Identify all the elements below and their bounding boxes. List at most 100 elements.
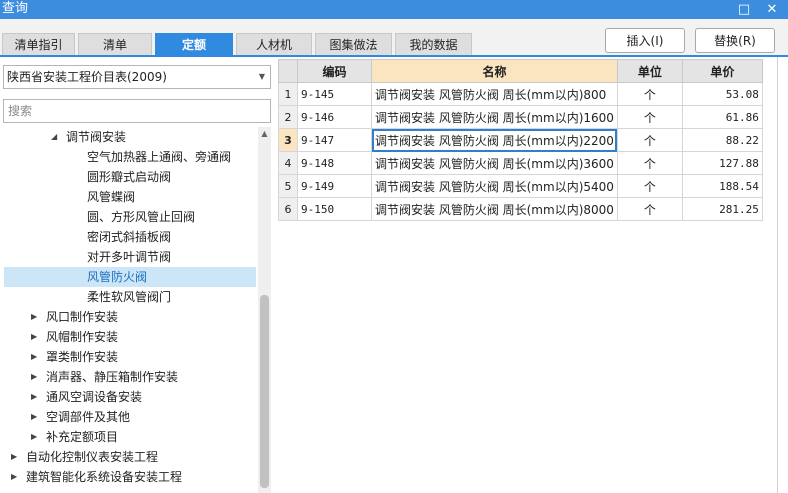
tree-item-label: 建筑智能化系统设备安装工程 [26,470,183,484]
cell-price[interactable]: 53.08 [681,82,763,106]
tree-item-label: 对开多叶调节阀 [87,250,172,264]
tree-item[interactable]: ▶ 风帽制作安装 [0,327,256,347]
header-corner [278,59,298,83]
tree-item[interactable]: 空气加热器上通阀、旁通阀 [0,147,256,167]
table-row-selected[interactable]: 3 9-147 调节阀安装 风管防火阀 周长(mm以内)2200 个 88.22 [278,128,763,152]
tree-item-label: 圆、方形风管止回阀 [87,210,196,224]
cell-unit[interactable]: 个 [616,82,683,106]
cell-price[interactable]: 88.22 [681,128,763,152]
row-number: 5 [278,174,298,198]
column-header-code[interactable]: 编码 [297,59,372,83]
tree-item-label: 空调部件及其他 [46,410,131,424]
tree-item-label: 风管防火阀 [87,270,148,284]
tree-scrollbar[interactable]: ▲ [258,127,271,493]
cell-name[interactable]: 调节阀安装 风管防火阀 周长(mm以内)8000 [371,197,618,221]
library-select-value: 陕西省安装工程价目表(2009) [7,70,167,84]
cell-price[interactable]: 61.86 [681,105,763,129]
tree-item-valve-install[interactable]: ◢ 调节阀安装 [0,127,256,147]
table-row[interactable]: 4 9-148 调节阀安装 风管防火阀 周长(mm以内)3600 个 127.8… [278,151,763,175]
tab-my-data[interactable]: 我的数据 [395,33,472,55]
chevron-down-icon: ▼ [258,72,265,81]
replace-button[interactable]: 替换(R) [695,28,775,53]
cell-code[interactable]: 9-148 [297,151,372,175]
tree-item[interactable]: ▶ 补充定额项目 [0,427,256,447]
tree-item-label: 风口制作安装 [46,310,119,324]
tree-item-label: 空气加热器上通阀、旁通阀 [87,150,232,164]
cell-code[interactable]: 9-147 [297,128,372,152]
cell-price[interactable]: 281.25 [681,197,763,221]
tree-item-label: 密闭式斜插板阀 [87,230,172,244]
tab-labor-material[interactable]: 人材机 [236,33,312,55]
tree-item[interactable]: ▶ 建筑智能化系统设备安装工程 [0,467,256,487]
table-row[interactable]: 5 9-149 调节阀安装 风管防火阀 周长(mm以内)5400 个 188.5… [278,174,763,198]
library-select[interactable]: 陕西省安装工程价目表(2009) ▼ [3,65,271,89]
tree-item[interactable]: 密闭式斜插板阀 [0,227,256,247]
tree-item-label: 风帽制作安装 [46,330,119,344]
caret-collapsed-icon[interactable]: ▶ [31,407,37,427]
tree-item-label: 通风空调设备安装 [46,390,143,404]
scrollbar-thumb[interactable] [260,295,269,488]
search-input[interactable] [3,99,271,123]
category-tree: ◢ 调节阀安装 空气加热器上通阀、旁通阀 圆形瓣式启动阀 风管蝶阀 圆、方形风管… [0,127,258,493]
table-row[interactable]: 6 9-150 调节阀安装 风管防火阀 周长(mm以内)8000 个 281.2… [278,197,763,221]
tab-quota[interactable]: 定额 [155,33,233,55]
cell-code[interactable]: 9-146 [297,105,372,129]
column-header-price[interactable]: 单价 [681,59,763,83]
insert-button[interactable]: 插入(I) [605,28,685,53]
caret-collapsed-icon[interactable]: ▶ [31,307,37,327]
tree-item[interactable]: ▶ 通风空调设备安装 [0,387,256,407]
cell-name[interactable]: 调节阀安装 风管防火阀 周长(mm以内)3600 [371,151,618,175]
caret-collapsed-icon[interactable]: ▶ [31,387,37,407]
tree-item-fire-damper-selected[interactable]: 风管防火阀 [4,267,256,287]
caret-collapsed-icon[interactable]: ▶ [31,347,37,367]
table-row[interactable]: 1 9-145 调节阀安装 风管防火阀 周长(mm以内)800 个 53.08 [278,82,763,106]
caret-collapsed-icon[interactable]: ▶ [11,447,17,467]
results-panel: 编码 名称 单位 单价 1 9-145 调节阀安装 风管防火阀 周长(mm以内)… [277,57,788,493]
cell-unit[interactable]: 个 [616,151,683,175]
column-header-unit[interactable]: 单位 [616,59,683,83]
cell-unit[interactable]: 个 [616,128,683,152]
cell-unit[interactable]: 个 [616,174,683,198]
tree-item-label: 调节阀安装 [66,130,127,144]
tree-item[interactable]: ▶ 风口制作安装 [0,307,256,327]
left-panel: 陕西省安装工程价目表(2009) ▼ ◢ 调节阀安装 空气加热器上通阀、旁通阀 … [0,57,277,493]
cell-name-focused[interactable]: 调节阀安装 风管防火阀 周长(mm以内)2200 [371,128,618,152]
cell-code[interactable]: 9-150 [297,197,372,221]
tab-list-guide[interactable]: 清单指引 [2,33,75,55]
caret-collapsed-icon[interactable]: ▶ [31,327,37,347]
tree-item[interactable]: 柔性软风管阀门 [0,287,256,307]
caret-collapsed-icon[interactable]: ▶ [31,367,37,387]
caret-expanded-icon[interactable]: ◢ [51,127,57,147]
tree-item[interactable]: ▶ 消声器、静压箱制作安装 [0,367,256,387]
restore-icon[interactable]: □ [733,0,755,19]
column-header-name[interactable]: 名称 [371,59,618,83]
cell-price[interactable]: 127.88 [681,151,763,175]
row-number: 6 [278,197,298,221]
cell-price[interactable]: 188.54 [681,174,763,198]
cell-unit[interactable]: 个 [616,197,683,221]
cell-unit[interactable]: 个 [616,105,683,129]
cell-name[interactable]: 调节阀安装 风管防火阀 周长(mm以内)5400 [371,174,618,198]
tree-item[interactable]: 圆、方形风管止回阀 [0,207,256,227]
tree-item[interactable]: 对开多叶调节阀 [0,247,256,267]
tree-item[interactable]: 圆形瓣式启动阀 [0,167,256,187]
tree-item[interactable]: ▶ 罩类制作安装 [0,347,256,367]
scroll-up-icon[interactable]: ▲ [258,127,271,140]
tree-item[interactable]: ▶ 空调部件及其他 [0,407,256,427]
caret-collapsed-icon[interactable]: ▶ [31,427,37,447]
close-icon[interactable]: ✕ [761,0,783,19]
title-bar: 查询 □ ✕ [0,0,788,19]
table-row[interactable]: 2 9-146 调节阀安装 风管防火阀 周长(mm以内)1600 个 61.86 [278,105,763,129]
quota-table: 编码 名称 单位 单价 1 9-145 调节阀安装 风管防火阀 周长(mm以内)… [278,59,763,221]
window-title: 查询 [2,1,29,16]
cell-code[interactable]: 9-149 [297,174,372,198]
tab-bill[interactable]: 清单 [78,33,152,55]
cell-name[interactable]: 调节阀安装 风管防火阀 周长(mm以内)1600 [371,105,618,129]
cell-name[interactable]: 调节阀安装 风管防火阀 周长(mm以内)800 [371,82,618,106]
panel-edge [777,57,778,493]
tab-atlas[interactable]: 图集做法 [315,33,392,55]
tree-item[interactable]: 风管蝶阀 [0,187,256,207]
caret-collapsed-icon[interactable]: ▶ [11,467,17,487]
cell-code[interactable]: 9-145 [297,82,372,106]
tree-item[interactable]: ▶ 自动化控制仪表安装工程 [0,447,256,467]
